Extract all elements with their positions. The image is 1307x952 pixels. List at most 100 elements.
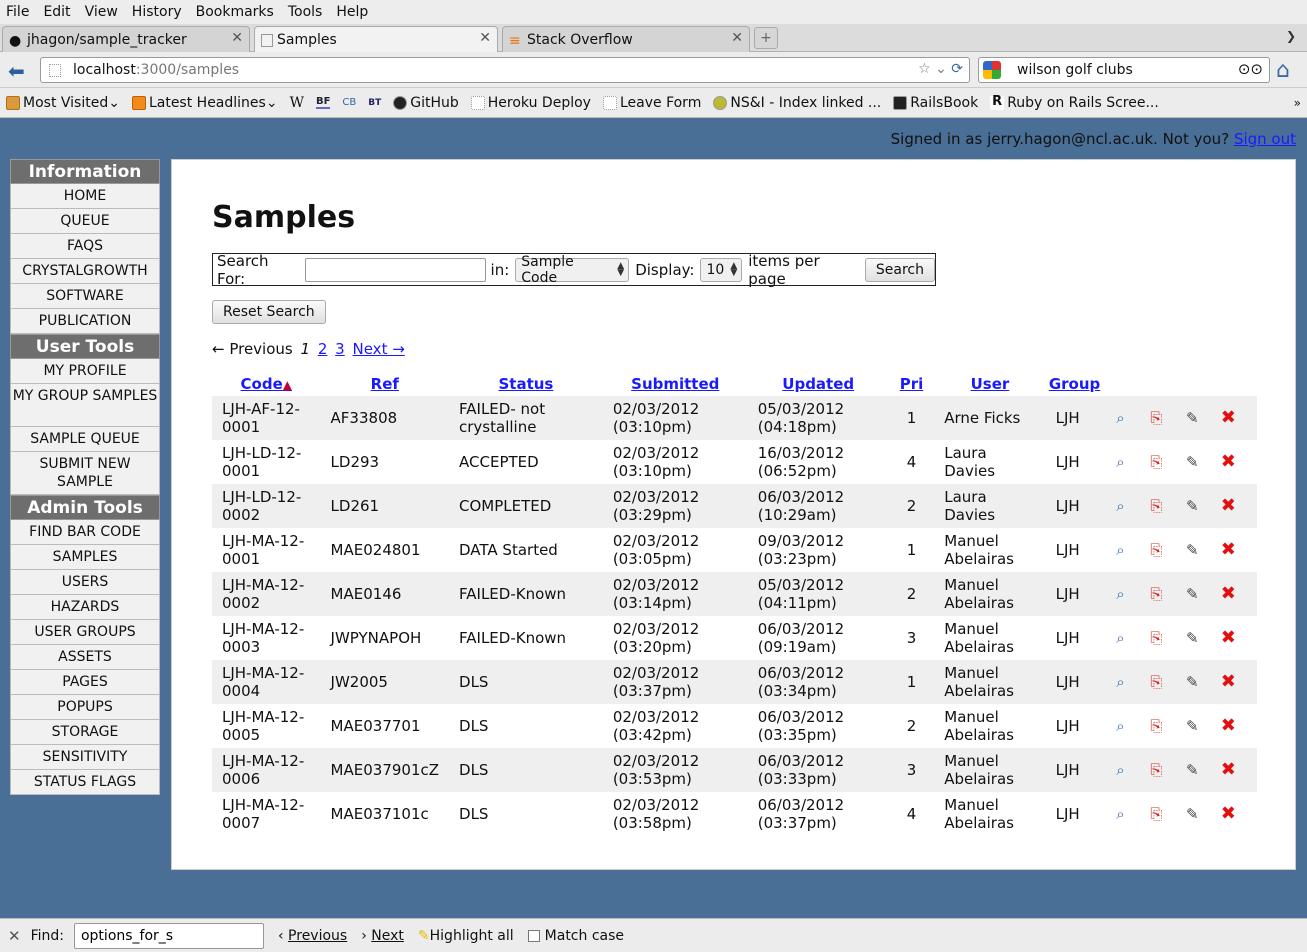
delete-icon[interactable]: ✖ xyxy=(1219,717,1237,735)
close-icon[interactable]: ✕ xyxy=(231,30,243,46)
url-bar[interactable]: localhost:3000/samples ☆ ⌄ ⟳ xyxy=(40,57,970,83)
sidebar-item-publication[interactable]: PUBLICATION xyxy=(10,309,160,334)
edit-icon[interactable]: ✎ xyxy=(1183,761,1201,779)
magnifier-icon[interactable]: ⌕ xyxy=(1111,761,1129,779)
edit-icon[interactable]: ✎ xyxy=(1183,673,1201,691)
sidebar-item-software[interactable]: SOFTWARE xyxy=(10,284,160,309)
bookmark-ruby-on-rails[interactable]: R Ruby on Rails Scree... xyxy=(990,95,1159,111)
column-header-updated[interactable]: Updated xyxy=(748,374,889,396)
pdf-icon[interactable]: ⎘ xyxy=(1147,761,1165,779)
bookmark-w[interactable]: W xyxy=(290,95,304,111)
bookmark-bt[interactable]: BT xyxy=(368,98,381,108)
bookmark-cb[interactable]: CB xyxy=(342,97,356,108)
reload-icon[interactable]: ⟳ xyxy=(951,61,963,77)
pdf-icon[interactable]: ⎘ xyxy=(1147,541,1165,559)
bookmark-nsi[interactable]: NS&I - Index linked ... xyxy=(713,95,881,111)
back-arrow-icon[interactable]: ⬅ xyxy=(8,59,25,83)
delete-icon[interactable]: ✖ xyxy=(1219,629,1237,647)
edit-icon[interactable]: ✎ xyxy=(1183,585,1201,603)
tab-stackoverflow[interactable]: ≡ Stack Overflow ✕ xyxy=(502,26,750,52)
menu-help[interactable]: Help xyxy=(336,4,368,20)
page-link-3[interactable]: 3 xyxy=(335,340,345,358)
pdf-icon[interactable]: ⎘ xyxy=(1147,805,1165,823)
sidebar-item-my-group-samples[interactable]: MY GROUP SAMPLES xyxy=(10,384,160,427)
sidebar-item-samples[interactable]: SAMPLES xyxy=(10,545,160,570)
column-header-pri[interactable]: Pri xyxy=(889,374,935,396)
pdf-icon[interactable]: ⎘ xyxy=(1147,673,1165,691)
delete-icon[interactable]: ✖ xyxy=(1219,541,1237,559)
sidebar-item-storage[interactable]: STORAGE xyxy=(10,720,160,745)
search-field-select[interactable]: Sample Code ▲ ▼ xyxy=(515,254,630,286)
close-find-bar-icon[interactable]: ✕ xyxy=(8,927,21,945)
bookmark-star-icon[interactable]: ☆ ⌄ ⟳ xyxy=(918,61,963,77)
sidebar-item-queue[interactable]: QUEUE xyxy=(10,209,160,234)
sidebar-item-hazards[interactable]: HAZARDS xyxy=(10,595,160,620)
column-header-user[interactable]: User xyxy=(934,374,1045,396)
tab-list-chevron-icon[interactable]: ❯ xyxy=(1286,29,1296,43)
pdf-icon[interactable]: ⎘ xyxy=(1147,629,1165,647)
edit-icon[interactable]: ✎ xyxy=(1183,409,1201,427)
delete-icon[interactable]: ✖ xyxy=(1219,673,1237,691)
magnifier-icon[interactable]: ⌕ xyxy=(1111,717,1129,735)
sidebar-item-sample-queue[interactable]: SAMPLE QUEUE xyxy=(10,427,160,452)
sidebar-item-pages[interactable]: PAGES xyxy=(10,670,160,695)
magnifier-icon[interactable]: ⌕ xyxy=(1111,629,1129,647)
sidebar-item-user-groups[interactable]: USER GROUPS xyxy=(10,620,160,645)
menu-view[interactable]: View xyxy=(85,4,118,20)
delete-icon[interactable]: ✖ xyxy=(1219,585,1237,603)
sidebar-item-home[interactable]: HOME xyxy=(10,184,160,209)
menu-file[interactable]: File xyxy=(6,4,29,20)
bookmark-github[interactable]: GitHub xyxy=(393,95,459,111)
magnifier-icon[interactable]: ⌕ xyxy=(1111,409,1129,427)
sidebar-item-sensitivity[interactable]: SENSITIVITY xyxy=(10,745,160,770)
delete-icon[interactable]: ✖ xyxy=(1219,453,1237,471)
bookmark-leave-form[interactable]: Leave Form xyxy=(602,95,701,111)
menu-bookmarks[interactable]: Bookmarks xyxy=(196,4,274,20)
highlight-all-button[interactable]: ✎Highlight all xyxy=(418,928,514,944)
sidebar-item-popups[interactable]: POPUPS xyxy=(10,695,160,720)
bookmark-bf[interactable]: BF xyxy=(315,96,331,109)
close-icon[interactable]: ✕ xyxy=(479,30,491,46)
web-search-input[interactable]: wilson golf clubs ⊙⊙ xyxy=(978,57,1270,83)
close-icon[interactable]: ✕ xyxy=(731,30,743,46)
delete-icon[interactable]: ✖ xyxy=(1219,761,1237,779)
column-header-group[interactable]: Group xyxy=(1046,374,1104,396)
menu-edit[interactable]: Edit xyxy=(43,4,70,20)
new-tab-button[interactable]: + xyxy=(754,27,778,49)
search-button[interactable]: Search xyxy=(864,257,935,282)
magnifier-icon[interactable]: ⌕ xyxy=(1111,497,1129,515)
magnifier-icon[interactable]: ⌕ xyxy=(1111,453,1129,471)
home-icon[interactable]: ⌂ xyxy=(1276,58,1290,83)
edit-icon[interactable]: ✎ xyxy=(1183,497,1201,515)
magnifier-icon[interactable]: ⌕ xyxy=(1111,673,1129,691)
pdf-icon[interactable]: ⎘ xyxy=(1147,717,1165,735)
bookmark-most-visited[interactable]: Most Visited ⌄ xyxy=(6,95,120,111)
sign-out-link[interactable]: Sign out xyxy=(1234,130,1296,148)
bookmark-heroku-deploy[interactable]: Heroku Deploy xyxy=(470,95,591,111)
pdf-icon[interactable]: ⎘ xyxy=(1147,409,1165,427)
search-input[interactable] xyxy=(305,257,486,282)
edit-icon[interactable]: ✎ xyxy=(1183,541,1201,559)
pdf-icon[interactable]: ⎘ xyxy=(1147,453,1165,471)
sidebar-item-assets[interactable]: ASSETS xyxy=(10,645,160,670)
edit-icon[interactable]: ✎ xyxy=(1183,805,1201,823)
column-header-status[interactable]: Status xyxy=(449,374,603,396)
magnifier-icon[interactable]: ⌕ xyxy=(1111,585,1129,603)
find-next-button[interactable]: › Next xyxy=(361,928,404,944)
sidebar-item-my-profile[interactable]: MY PROFILE xyxy=(10,359,160,384)
next-page-link[interactable]: Next → xyxy=(353,340,405,358)
edit-icon[interactable]: ✎ xyxy=(1183,629,1201,647)
per-page-select[interactable]: 10 ▲ ▼ xyxy=(700,257,743,282)
delete-icon[interactable]: ✖ xyxy=(1219,805,1237,823)
page-link-2[interactable]: 2 xyxy=(318,340,328,358)
pdf-icon[interactable]: ⎘ xyxy=(1147,497,1165,515)
delete-icon[interactable]: ✖ xyxy=(1219,409,1237,427)
tab-github[interactable]: ● jhagon/sample_tracker ✕ xyxy=(2,26,250,52)
sidebar-item-find-bar-code[interactable]: FIND BAR CODE xyxy=(10,520,160,545)
magnifier-icon[interactable]: ⌕ xyxy=(1111,541,1129,559)
sidebar-item-crystalgrowth[interactable]: CRYSTALGROWTH xyxy=(10,259,160,284)
column-header-submitted[interactable]: Submitted xyxy=(603,374,748,396)
delete-icon[interactable]: ✖ xyxy=(1219,497,1237,515)
column-header-ref[interactable]: Ref xyxy=(321,374,449,396)
find-previous-button[interactable]: ‹ Previous xyxy=(278,928,347,944)
